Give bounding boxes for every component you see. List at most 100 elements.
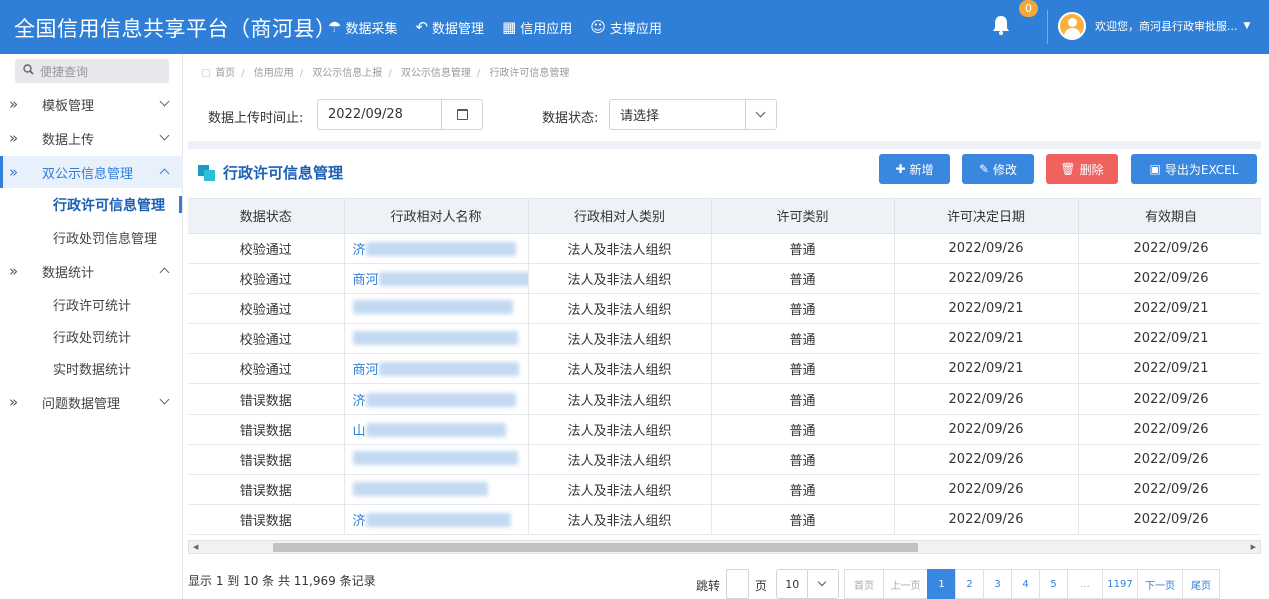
horizontal-scrollbar[interactable]: ◀ ▶ <box>188 540 1261 554</box>
table-row[interactable]: 校验通过 商河 法人及非法人组织 普通 2022/09/26 2022/09/26 <box>188 263 1261 294</box>
breadcrumb-item[interactable]: 首页 <box>215 68 235 79</box>
table-cell-name[interactable]: 商河 <box>344 263 529 294</box>
table-cell-name[interactable]: 济 <box>344 504 529 536</box>
page-number-button[interactable]: 5 <box>1039 569 1068 599</box>
sidebar-search[interactable]: 便捷查询 <box>15 59 169 83</box>
table-row[interactable]: 校验通过 商河 法人及非法人组织 普通 2022/09/21 2022/09/21 <box>188 353 1261 385</box>
nav-item-3[interactable]: ▦ 信用应用 <box>502 18 572 37</box>
table-cell-name[interactable] <box>344 323 529 355</box>
table-row[interactable]: 错误数据济法人及非法人组织 普通 2022/09/26 2022/09/26 <box>188 504 1261 536</box>
table-cell-status: 错误数据 <box>188 504 345 536</box>
table-cell-status: 校验通过 <box>188 263 345 294</box>
table-row[interactable]: 校验通过济法人及非法人组织 普通 2022/09/26 2022/09/26 <box>188 233 1261 264</box>
edit-button-label: 修改 <box>993 162 1018 177</box>
scrollbar-thumb[interactable] <box>273 543 918 552</box>
page-number-button[interactable]: 1197 <box>1102 569 1138 599</box>
table-cell-name[interactable] <box>344 293 529 325</box>
nav-item-1[interactable]: ☂ 数据采集 <box>328 18 397 37</box>
table-row[interactable]: 错误数据 法人及非法人组织 普通 2022/09/26 2022/09/26 <box>188 474 1261 506</box>
chevron-down-icon <box>159 96 170 107</box>
add-button[interactable]: ✚ 新增 <box>879 154 950 184</box>
table-cell-type: 普通 <box>711 293 895 325</box>
breadcrumb-item[interactable]: 双公示信息管理 <box>401 68 471 79</box>
table-cell-valid-from: 2022/09/26 <box>1078 474 1261 506</box>
nav-item-label: 数据管理 <box>432 21 485 37</box>
smile-icon: ☺ <box>590 17 606 36</box>
status-label: 数据状态: <box>542 111 599 126</box>
table-row[interactable]: 错误数据 法人及非法人组织 普通 2022/09/26 2022/09/26 <box>188 444 1261 476</box>
export-excel-button[interactable]: ▣ 导出为EXCEL <box>1131 154 1257 184</box>
table-row[interactable]: 错误数据济法人及非法人组织 普通 2022/09/26 2022/09/26 <box>188 383 1261 415</box>
column-header[interactable]: 数据状态 <box>188 199 345 234</box>
page-number-button[interactable]: 1 <box>927 569 956 599</box>
sidebar-item-label: 数据上传 <box>42 132 95 148</box>
sidebar-subitem-realtime-stats[interactable]: 实时数据统计 <box>53 359 131 378</box>
next-page-button[interactable]: 下一页 <box>1137 569 1183 599</box>
chevron-down-icon[interactable] <box>807 570 838 598</box>
nav-item-2[interactable]: ↶ 数据管理 <box>415 18 484 37</box>
table-cell-name[interactable] <box>344 474 529 506</box>
sidebar-subitem-license[interactable]: 行政许可信息管理 <box>53 195 165 215</box>
page-number-button[interactable]: 2 <box>955 569 984 599</box>
table-cell-status: 校验通过 <box>188 323 345 355</box>
top-navbar: 全国信用信息共享平台（商河县） ☂ 数据采集 ↶ 数据管理 ▦ 信用应用 ☺ 支撑应用 0 欢… <box>0 0 1269 54</box>
column-header[interactable]: 行政相对人名称 <box>344 199 529 234</box>
sidebar-subitem-penalty-stats[interactable]: 行政处罚统计 <box>53 327 131 346</box>
edit-button[interactable]: ✎ 修改 <box>962 154 1034 184</box>
last-page-button[interactable]: 尾页 <box>1182 569 1220 599</box>
sidebar-subitem-penalty[interactable]: 行政处罚信息管理 <box>53 228 157 247</box>
table-cell-name[interactable]: 济 <box>344 383 529 415</box>
bell-icon[interactable] <box>990 14 1012 36</box>
name-link[interactable]: 商河 <box>353 273 379 288</box>
sidebar-item-template[interactable]: » 模板管理 <box>0 88 183 120</box>
breadcrumb-item[interactable]: 双公示信息上报 <box>312 68 382 79</box>
table-cell-name[interactable]: 济 <box>344 233 529 264</box>
column-header[interactable]: 许可类别 <box>711 199 895 234</box>
table-row[interactable]: 错误数据山法人及非法人组织 普通 2022/09/26 2022/09/26 <box>188 414 1261 445</box>
section-squares-icon <box>198 164 216 181</box>
status-select[interactable]: 请选择 <box>609 99 777 130</box>
table-cell-category: 法人及非法人组织 <box>528 383 712 415</box>
name-link[interactable]: 商河 <box>353 363 379 378</box>
chevron-down-icon[interactable] <box>745 100 776 129</box>
sidebar-item-dual-publicity[interactable]: » 双公示信息管理 <box>0 156 183 188</box>
name-link[interactable]: 济 <box>353 514 366 529</box>
sidebar-subitem-license-stats[interactable]: 行政许可统计 <box>53 295 131 314</box>
upload-time-input[interactable]: 2022/09/28 <box>317 99 483 130</box>
prev-page-button[interactable]: 上一页 <box>883 569 928 599</box>
name-link[interactable]: 山 <box>353 424 366 439</box>
nav-item-4[interactable]: ☺ 支撑应用 <box>590 18 662 37</box>
breadcrumb-item[interactable]: 信用应用 <box>254 68 294 79</box>
table-cell-name[interactable] <box>344 444 529 476</box>
sidebar-item-upload[interactable]: » 数据上传 <box>0 122 183 154</box>
page-number-button[interactable]: 3 <box>983 569 1012 599</box>
user-menu[interactable]: 欢迎您，商河县行政审批服... ▼ <box>1058 12 1250 40</box>
sidebar-item-problem-data[interactable]: » 问题数据管理 <box>0 386 183 418</box>
page-ellipsis[interactable]: ... <box>1067 569 1103 599</box>
column-header[interactable]: 许可决定日期 <box>894 199 1079 234</box>
sidebar-search-placeholder: 便捷查询 <box>40 64 89 79</box>
column-header[interactable]: 行政相对人类别 <box>528 199 712 234</box>
add-button-label: 新增 <box>909 162 934 177</box>
table-row[interactable]: 校验通过 法人及非法人组织 普通 2022/09/21 2022/09/21 <box>188 293 1261 325</box>
sidebar-item-statistics[interactable]: » 数据统计 <box>0 255 183 287</box>
first-page-button[interactable]: 首页 <box>844 569 884 599</box>
page-size-select[interactable]: 10 <box>776 569 839 599</box>
jump-page-input[interactable] <box>726 569 749 599</box>
calendar-button[interactable] <box>441 100 482 129</box>
scroll-right-icon[interactable]: ▶ <box>1251 543 1256 551</box>
table-cell-valid-from: 2022/09/21 <box>1078 353 1261 385</box>
delete-button[interactable]: 🗑 删除 <box>1046 154 1118 184</box>
scroll-left-icon[interactable]: ◀ <box>193 543 198 551</box>
name-link[interactable]: 济 <box>353 243 366 258</box>
double-chevron-icon: » <box>9 129 19 147</box>
table-cell-name[interactable]: 商河 <box>344 353 529 385</box>
name-link[interactable]: 济 <box>353 394 366 409</box>
column-header[interactable]: 有效期自 <box>1078 199 1261 234</box>
table-row[interactable]: 校验通过 法人及非法人组织 普通 2022/09/21 2022/09/21 <box>188 323 1261 355</box>
avatar <box>1058 12 1086 40</box>
page-number-button[interactable]: 4 <box>1011 569 1040 599</box>
data-table: 数据状态 行政相对人名称 行政相对人类别 许可类别 许可决定日期 有效期自 校验… <box>188 199 1261 536</box>
table-cell-decision-date: 2022/09/26 <box>894 263 1079 294</box>
table-cell-name[interactable]: 山 <box>344 414 529 445</box>
